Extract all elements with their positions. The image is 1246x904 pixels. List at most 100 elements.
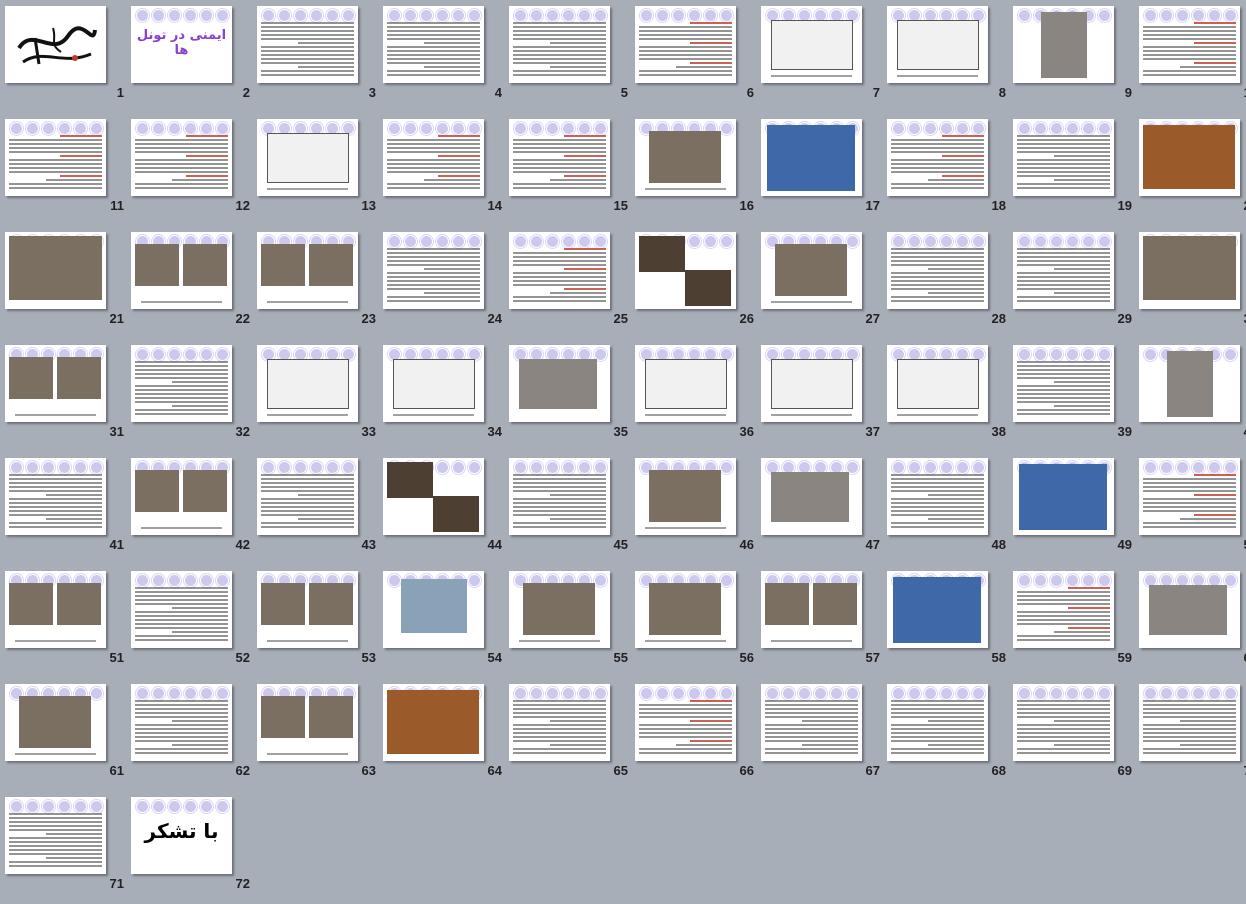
slide-cell[interactable]: 28 — [882, 226, 1008, 339]
slide-cell[interactable]: 42 — [126, 452, 252, 565]
slide-cell[interactable]: 52 — [126, 565, 252, 678]
slide-cell[interactable]: 63 — [252, 678, 378, 791]
slide-thumbnail[interactable] — [383, 684, 484, 761]
slide-cell[interactable]: 47 — [756, 452, 882, 565]
slide-thumbnail[interactable] — [1013, 684, 1114, 761]
slide-cell[interactable]: 22 — [126, 226, 252, 339]
slide-cell[interactable]: 45 — [504, 452, 630, 565]
slide-thumbnail[interactable]: ایمنی در تونل ها — [131, 6, 232, 83]
slide-thumbnail[interactable] — [887, 684, 988, 761]
slide-thumbnail[interactable] — [635, 684, 736, 761]
slide-thumbnail[interactable] — [509, 119, 610, 196]
slide-cell[interactable]: 69 — [1008, 678, 1134, 791]
slide-cell[interactable]: 6 — [630, 0, 756, 113]
slide-thumbnail[interactable] — [1013, 6, 1114, 83]
slide-thumbnail[interactable] — [761, 458, 862, 535]
slide-cell[interactable]: 1 — [0, 0, 126, 113]
slide-thumbnail[interactable] — [887, 232, 988, 309]
slide-thumbnail[interactable] — [257, 345, 358, 422]
slide-cell[interactable]: 43 — [252, 452, 378, 565]
slide-cell[interactable]: 46 — [630, 452, 756, 565]
slide-cell[interactable]: 70 — [1134, 678, 1246, 791]
slide-cell[interactable]: 66 — [630, 678, 756, 791]
slide-thumbnail[interactable] — [1139, 345, 1240, 422]
slide-thumbnail[interactable] — [761, 684, 862, 761]
slide-cell[interactable]: 9 — [1008, 0, 1134, 113]
slide-cell[interactable]: 48 — [882, 452, 1008, 565]
slide-cell[interactable]: 51 — [0, 565, 126, 678]
slide-cell[interactable]: 14 — [378, 113, 504, 226]
slide-thumbnail[interactable] — [257, 571, 358, 648]
slide-thumbnail[interactable] — [5, 345, 106, 422]
slide-thumbnail[interactable] — [509, 571, 610, 648]
slide-thumbnail[interactable] — [257, 458, 358, 535]
slide-thumbnail[interactable] — [1013, 571, 1114, 648]
slide-thumbnail[interactable] — [1139, 458, 1240, 535]
slide-cell[interactable]: ایمنی در تونل ها 2 — [126, 0, 252, 113]
slide-cell[interactable]: 5 — [504, 0, 630, 113]
slide-cell[interactable]: 68 — [882, 678, 1008, 791]
slide-thumbnail[interactable] — [509, 458, 610, 535]
slide-thumbnail[interactable] — [1013, 119, 1114, 196]
slide-cell[interactable]: 38 — [882, 339, 1008, 452]
slide-cell[interactable]: 13 — [252, 113, 378, 226]
slide-thumbnail[interactable] — [257, 119, 358, 196]
slide-thumbnail[interactable] — [635, 571, 736, 648]
slide-thumbnail[interactable] — [1139, 6, 1240, 83]
slide-cell[interactable]: 26 — [630, 226, 756, 339]
slide-cell[interactable]: 17 — [756, 113, 882, 226]
slide-cell[interactable]: 30 — [1134, 226, 1246, 339]
slide-cell[interactable]: 41 — [0, 452, 126, 565]
slide-thumbnail[interactable] — [1013, 458, 1114, 535]
slide-thumbnail[interactable] — [5, 6, 106, 83]
slide-cell[interactable]: 3 — [252, 0, 378, 113]
slide-thumbnail[interactable] — [761, 119, 862, 196]
slide-thumbnail[interactable] — [761, 345, 862, 422]
slide-thumbnail[interactable] — [635, 232, 736, 309]
slide-cell[interactable]: 36 — [630, 339, 756, 452]
slide-cell[interactable]: 8 — [882, 0, 1008, 113]
slide-thumbnail[interactable] — [383, 458, 484, 535]
slide-cell[interactable]: 39 — [1008, 339, 1134, 452]
slide-cell[interactable]: 67 — [756, 678, 882, 791]
slide-cell[interactable]: 61 — [0, 678, 126, 791]
slide-cell[interactable]: 54 — [378, 565, 504, 678]
slide-cell[interactable]: 19 — [1008, 113, 1134, 226]
slide-cell[interactable]: 27 — [756, 226, 882, 339]
slide-cell[interactable]: 32 — [126, 339, 252, 452]
slide-cell[interactable]: 35 — [504, 339, 630, 452]
slide-cell[interactable]: 64 — [378, 678, 504, 791]
slide-thumbnail[interactable] — [509, 232, 610, 309]
slide-thumbnail[interactable] — [131, 345, 232, 422]
slide-thumbnail[interactable] — [131, 119, 232, 196]
slide-thumbnail[interactable] — [131, 232, 232, 309]
slide-cell[interactable]: 25 — [504, 226, 630, 339]
slide-cell[interactable]: 37 — [756, 339, 882, 452]
slide-cell[interactable]: 71 — [0, 791, 126, 904]
slide-thumbnail[interactable]: با تشکر — [131, 797, 232, 874]
slide-thumbnail[interactable] — [257, 684, 358, 761]
slide-thumbnail[interactable] — [887, 458, 988, 535]
slide-thumbnail[interactable] — [383, 6, 484, 83]
slide-thumbnail[interactable] — [5, 458, 106, 535]
slide-thumbnail[interactable] — [635, 119, 736, 196]
slide-thumbnail[interactable] — [1139, 119, 1240, 196]
slide-thumbnail[interactable] — [1139, 571, 1240, 648]
slide-cell[interactable]: 15 — [504, 113, 630, 226]
slide-cell[interactable]: 7 — [756, 0, 882, 113]
slide-cell[interactable]: 23 — [252, 226, 378, 339]
slide-thumbnail[interactable] — [383, 345, 484, 422]
slide-thumbnail[interactable] — [761, 571, 862, 648]
slide-cell[interactable]: 29 — [1008, 226, 1134, 339]
slide-thumbnail[interactable] — [509, 345, 610, 422]
slide-thumbnail[interactable] — [1139, 232, 1240, 309]
slide-cell[interactable]: 53 — [252, 565, 378, 678]
slide-thumbnail[interactable] — [131, 684, 232, 761]
slide-thumbnail[interactable] — [131, 571, 232, 648]
slide-cell[interactable]: 12 — [126, 113, 252, 226]
slide-thumbnail[interactable] — [887, 119, 988, 196]
slide-thumbnail[interactable] — [509, 6, 610, 83]
slide-thumbnail[interactable] — [383, 571, 484, 648]
slide-thumbnail[interactable] — [1013, 345, 1114, 422]
slide-cell[interactable]: 18 — [882, 113, 1008, 226]
